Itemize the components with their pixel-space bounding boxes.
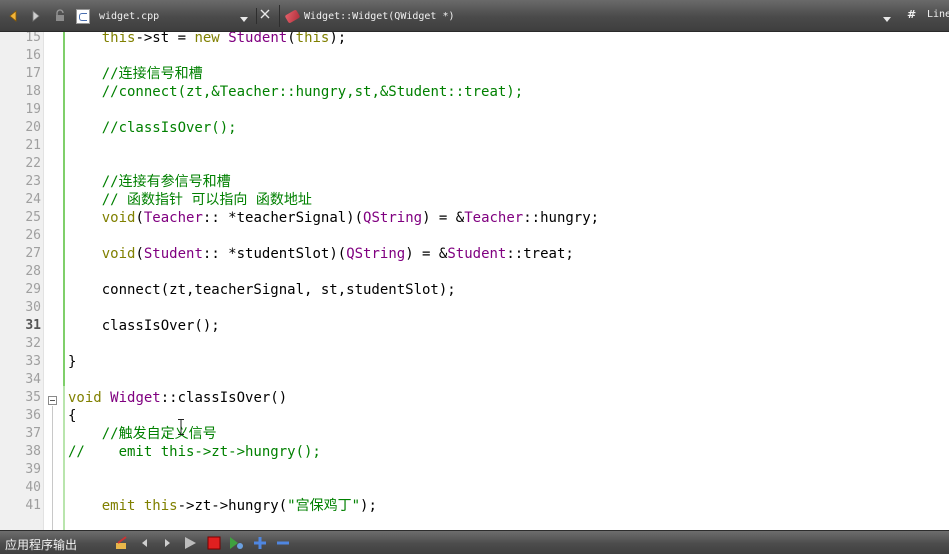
code-editor[interactable]: 15 this->st = new Student(this); 16 17 //连… [0, 32, 949, 530]
attach-icon[interactable] [228, 535, 244, 551]
line-number: 25 [25, 210, 41, 225]
line-number: 32 [25, 336, 41, 351]
line-number: 35 [25, 390, 41, 405]
code-line[interactable]: //连接有参信号和槽 [68, 173, 231, 191]
fold-toggle-icon[interactable] [48, 396, 57, 405]
output-panel-bar: 应用程序输出 [0, 530, 949, 554]
change-marker [63, 386, 65, 530]
symbol-name: Widget::Widget(QWidget *) [304, 10, 455, 22]
change-marker [63, 32, 65, 386]
text-cursor-icon [178, 419, 184, 435]
line-number: 39 [25, 462, 41, 477]
line-number: 38 [25, 444, 41, 459]
code-line[interactable]: //classIsOver(); [68, 119, 237, 137]
line-number: 22 [25, 156, 41, 171]
file-selector[interactable]: widget.cpp [72, 5, 254, 27]
code-line[interactable]: void(Teacher:: *teacherSignal)(QString) … [68, 209, 599, 227]
fold-range-line [52, 406, 53, 530]
line-number: 15 [25, 32, 41, 45]
line-number: 16 [25, 48, 41, 63]
line-number: 29 [25, 282, 41, 297]
stop-icon[interactable] [206, 535, 222, 551]
line-number: 18 [25, 84, 41, 99]
code-line[interactable]: } [68, 353, 76, 371]
dropdown-arrow-icon [883, 13, 891, 26]
code-line[interactable]: void Widget::classIsOver() [68, 389, 287, 407]
line-number: 23 [25, 174, 41, 189]
line-number: 33 [25, 354, 41, 369]
clear-output-icon[interactable] [114, 535, 130, 551]
line-number: 26 [25, 228, 41, 243]
line-number: 37 [25, 426, 41, 441]
line-number: 20 [25, 120, 41, 135]
code-line[interactable]: emit this->zt->hungry("宫保鸡丁"); [68, 497, 377, 515]
line-number: 40 [25, 480, 41, 495]
previous-item-icon[interactable] [137, 535, 153, 551]
editor-toolbar: widget.cpp Widget::Widget(QWidget *) # L… [0, 0, 949, 32]
lock-icon[interactable] [52, 8, 68, 24]
line-number: 19 [25, 102, 41, 117]
close-icon[interactable] [256, 8, 272, 24]
symbol-icon [284, 8, 301, 24]
next-item-icon[interactable] [159, 535, 175, 551]
code-line[interactable]: //connect(zt,&Teacher::hungry,st,&Studen… [68, 83, 523, 101]
line-number: 21 [25, 138, 41, 153]
line-number: 36 [25, 408, 41, 423]
run-icon[interactable] [182, 535, 198, 551]
code-line[interactable]: //连接信号和槽 [68, 65, 203, 83]
code-line[interactable]: connect(zt,teacherSignal, st,studentSlot… [68, 281, 456, 299]
line-number: 31 [25, 318, 41, 333]
line-number: 24 [25, 192, 41, 207]
code-line[interactable]: classIsOver(); [68, 317, 220, 335]
line-number: 28 [25, 264, 41, 279]
file-name: widget.cpp [99, 10, 160, 22]
forward-arrow-icon[interactable] [27, 8, 43, 24]
code-line[interactable]: { [68, 407, 76, 425]
line-number: 34 [25, 372, 41, 387]
symbol-selector[interactable]: Widget::Widget(QWidget *) [279, 5, 899, 27]
cpp-file-icon [76, 8, 90, 24]
line-number: 27 [25, 246, 41, 261]
code-line[interactable]: void(Student:: *studentSlot)(QString) = … [68, 245, 574, 263]
code-line[interactable]: // 函数指针 可以指向 函数地址 [68, 191, 312, 209]
dropdown-arrow-icon [240, 13, 248, 26]
code-line[interactable]: this->st = new Student(this); [68, 32, 347, 47]
zoom-out-icon[interactable] [275, 535, 291, 551]
zoom-in-icon[interactable] [252, 535, 268, 551]
code-line[interactable]: //触发自定义信号 [68, 425, 217, 443]
line-number: 41 [25, 498, 41, 513]
line-number: 17 [25, 66, 41, 81]
code-line[interactable]: // emit this->zt->hungry(); [68, 443, 321, 461]
output-tab[interactable]: 应用程序输出 [5, 536, 77, 553]
hash-label: # [907, 8, 917, 21]
line-indicator[interactable]: Line [927, 9, 949, 20]
back-arrow-icon[interactable] [6, 8, 22, 24]
fold-column [44, 32, 64, 530]
line-number: 30 [25, 300, 41, 315]
